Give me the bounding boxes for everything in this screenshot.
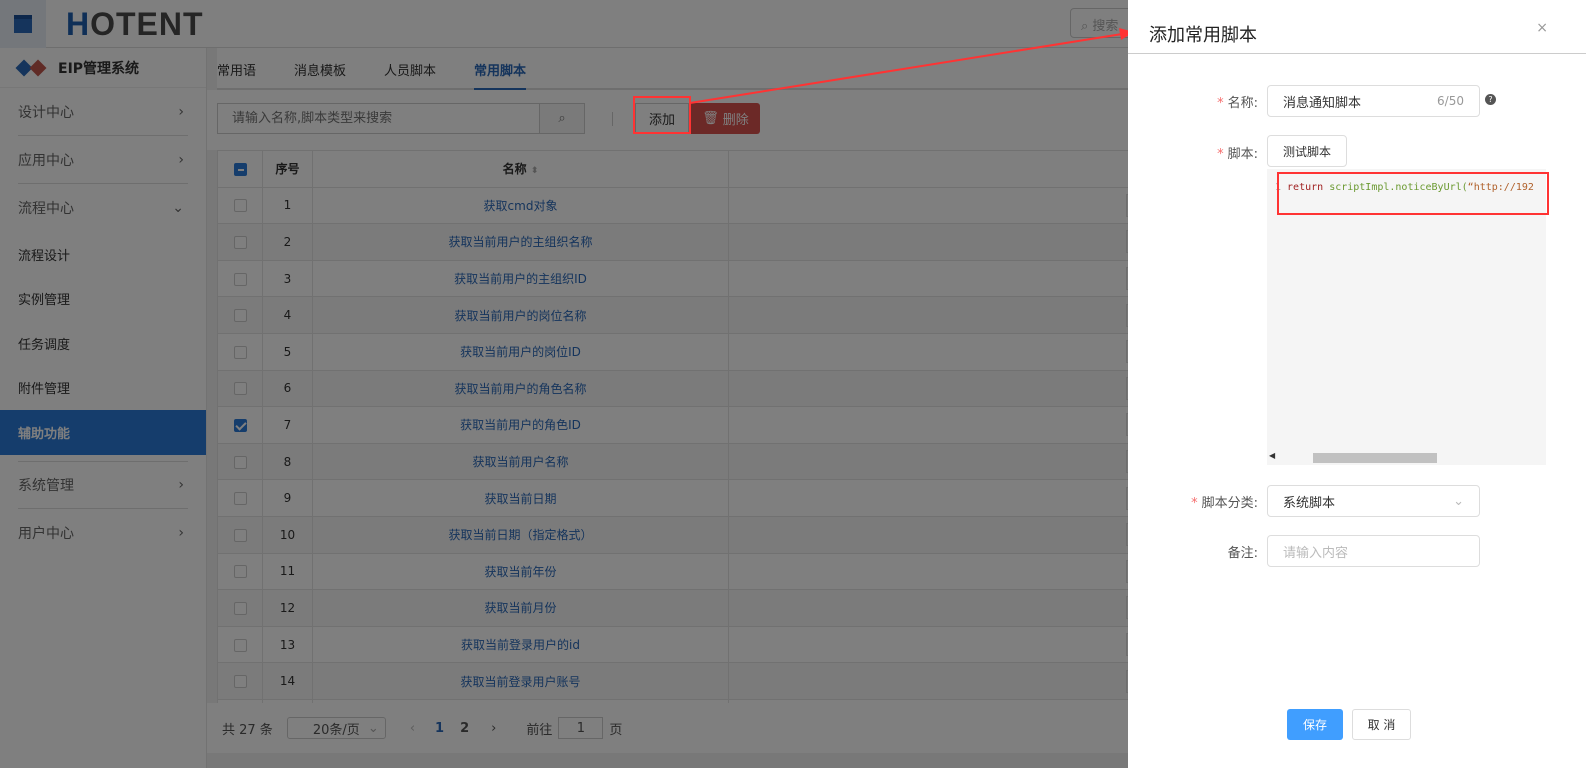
- category-label: * 脚本分类:: [1191, 496, 1258, 511]
- remark-input[interactable]: 请输入内容: [1267, 535, 1480, 567]
- cancel-button[interactable]: 取 消: [1352, 709, 1411, 740]
- add-script-drawer: 添加常用脚本 × * 名称: 消息通知脚本 6/50 ? * 脚本: 测试脚本 1 re…: [1128, 0, 1586, 768]
- script-label-text: 脚本:: [1227, 147, 1258, 162]
- annotation-box-code: [1277, 172, 1549, 215]
- close-icon[interactable]: ×: [1536, 20, 1548, 36]
- category-select[interactable]: 系统脚本 ⌄: [1267, 485, 1480, 517]
- test-script-button[interactable]: 测试脚本: [1267, 135, 1347, 167]
- horizontal-scrollbar[interactable]: ◀▶: [1269, 451, 1537, 463]
- scrollbar-thumb[interactable]: [1313, 453, 1437, 463]
- name-label-text: 名称:: [1227, 96, 1258, 111]
- name-label: * 名称:: [1217, 96, 1258, 111]
- drawer-title: 添加常用脚本: [1149, 25, 1257, 46]
- category-label-text: 脚本分类:: [1201, 496, 1258, 511]
- save-button[interactable]: 保存: [1287, 709, 1343, 740]
- divider: [1128, 53, 1586, 54]
- chevron-down-icon: ⌄: [1453, 493, 1464, 509]
- remark-label: 备注:: [1058, 542, 1258, 561]
- name-char-count: 6/50: [1437, 94, 1464, 108]
- remark-placeholder: 请输入内容: [1283, 545, 1349, 561]
- category-value: 系统脚本: [1283, 495, 1336, 511]
- remark-label-text: 备注:: [1227, 546, 1258, 561]
- name-input[interactable]: 消息通知脚本 6/50: [1267, 85, 1480, 117]
- scroll-left-icon[interactable]: ◀: [1269, 451, 1275, 460]
- name-value: 消息通知脚本: [1283, 95, 1362, 111]
- script-label: * 脚本:: [1217, 147, 1258, 162]
- help-icon[interactable]: ?: [1485, 94, 1496, 105]
